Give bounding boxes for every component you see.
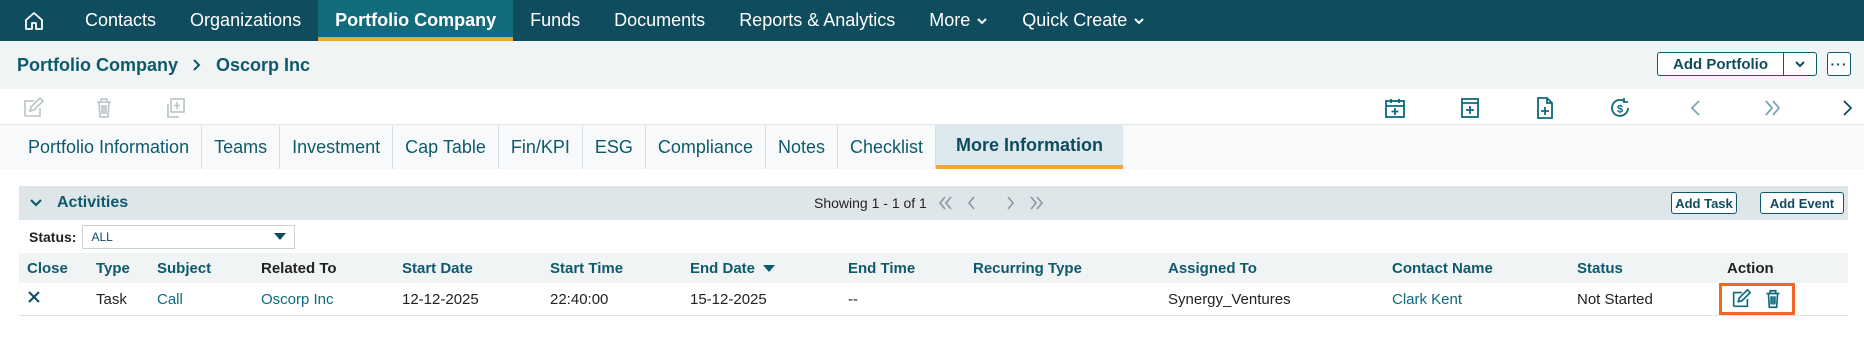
pager: Showing 1 - 1 of 1: [814, 186, 1045, 220]
first-page-icon[interactable]: [937, 195, 955, 211]
dollar-refresh-icon[interactable]: $: [1608, 96, 1632, 120]
next-page-icon[interactable]: [1005, 195, 1017, 211]
tab-checklist[interactable]: Checklist: [838, 125, 937, 169]
col-recurring-type[interactable]: Recurring Type: [965, 253, 1160, 283]
tab-esg[interactable]: ESG: [583, 125, 646, 169]
cell-start-time: 22:40:00: [542, 283, 682, 316]
note-add-icon[interactable]: [1458, 96, 1482, 120]
col-action: Action: [1719, 253, 1848, 283]
nav-contacts[interactable]: Contacts: [68, 0, 173, 41]
tab-investment[interactable]: Investment: [280, 125, 394, 169]
status-label: Status:: [29, 228, 77, 245]
activities-table: Close Type Subject Related To Start Date…: [19, 253, 1848, 316]
cell-type: Task: [88, 283, 149, 316]
record-toolbar: $: [0, 89, 1864, 125]
col-end-date[interactable]: End Date: [682, 253, 840, 283]
col-related-to: Related To: [253, 253, 394, 283]
col-status[interactable]: Status: [1569, 253, 1719, 283]
action-buttons: [1719, 283, 1795, 315]
table-header-row: Close Type Subject Related To Start Date…: [19, 253, 1848, 283]
home-icon: [25, 11, 43, 30]
cell-recurring-type: [965, 283, 1160, 316]
nav-quick-create[interactable]: Quick Create: [1005, 0, 1162, 41]
status-select-value: ALL: [91, 229, 113, 244]
cell-related-to-link[interactable]: Oscorp Inc: [253, 283, 394, 316]
prev-icon[interactable]: [1684, 96, 1708, 120]
col-close: Close: [19, 253, 88, 283]
calendar-add-icon[interactable]: [1383, 96, 1407, 120]
add-event-button[interactable]: Add Event: [1760, 192, 1844, 214]
tab-portfolio-information[interactable]: Portfolio Information: [16, 125, 203, 169]
chevron-right-icon: [193, 59, 201, 71]
double-next-icon[interactable]: [1760, 96, 1784, 120]
chevron-down-icon: [30, 199, 42, 207]
activities-title: Activities: [57, 194, 129, 211]
breadcrumb: Portfolio Company Oscorp Inc Add Portfol…: [0, 41, 1864, 89]
col-type[interactable]: Type: [88, 253, 149, 283]
nav-more[interactable]: More: [912, 0, 1005, 41]
activities-panel: Activities Showing 1 - 1 of 1 Add Task A…: [19, 186, 1848, 330]
record-tabs: Portfolio Information Teams Investment C…: [0, 125, 1864, 169]
col-subject[interactable]: Subject: [149, 253, 253, 283]
top-nav: Contacts Organizations Portfolio Company…: [0, 0, 1864, 41]
cell-end-date: 15-12-2025: [682, 283, 840, 316]
cell-status: Not Started: [1569, 283, 1719, 316]
more-options-button[interactable]: ···: [1827, 52, 1851, 76]
breadcrumb-parent[interactable]: Portfolio Company: [17, 55, 178, 76]
tab-more-information[interactable]: More Information: [936, 125, 1124, 169]
col-start-date[interactable]: Start Date: [394, 253, 542, 283]
trash-icon[interactable]: [92, 96, 116, 120]
tab-teams[interactable]: Teams: [202, 125, 281, 169]
nav-funds[interactable]: Funds: [513, 0, 597, 41]
add-portfolio-label[interactable]: Add Portfolio: [1658, 53, 1784, 75]
cell-end-time: --: [840, 283, 965, 316]
activities-toggle[interactable]: Activities: [29, 194, 128, 212]
col-assigned-to[interactable]: Assigned To: [1160, 253, 1384, 283]
nav-organizations[interactable]: Organizations: [173, 0, 318, 41]
document-add-icon[interactable]: [1533, 96, 1557, 120]
col-start-time[interactable]: Start Time: [542, 253, 682, 283]
edit-icon[interactable]: [21, 96, 45, 120]
caret-down-icon: [274, 232, 287, 240]
pager-text: Showing 1 - 1 of 1: [814, 195, 927, 211]
cell-assigned-to: Synergy_Ventures: [1160, 283, 1384, 316]
edit-icon[interactable]: [1730, 288, 1752, 310]
trash-icon[interactable]: [1762, 288, 1784, 310]
tab-compliance[interactable]: Compliance: [646, 125, 766, 169]
activities-header: Activities Showing 1 - 1 of 1 Add Task A…: [19, 186, 1848, 220]
svg-text:$: $: [1617, 104, 1623, 116]
add-portfolio-dropdown[interactable]: [1784, 53, 1816, 75]
add-portfolio-button[interactable]: Add Portfolio: [1657, 52, 1817, 76]
home-button[interactable]: [0, 0, 68, 41]
cell-contact-name-link[interactable]: Clark Kent: [1384, 283, 1569, 316]
last-page-icon[interactable]: [1027, 195, 1045, 211]
tab-fin-kpi[interactable]: Fin/KPI: [499, 125, 583, 169]
nav-portfolio-company[interactable]: Portfolio Company: [318, 0, 514, 41]
chevron-down-icon: [1134, 17, 1145, 24]
col-end-time[interactable]: End Time: [840, 253, 965, 283]
sort-desc-icon: [763, 264, 776, 272]
cell-start-date: 12-12-2025: [394, 283, 542, 316]
cell-action: [1719, 283, 1848, 316]
next-icon[interactable]: [1835, 96, 1859, 120]
status-filter: Status: ALL: [19, 220, 1848, 253]
status-select[interactable]: ALL: [82, 224, 296, 249]
chevron-down-icon: [1795, 61, 1805, 68]
add-task-button[interactable]: Add Task: [1671, 192, 1737, 214]
breadcrumb-current: Oscorp Inc: [216, 54, 311, 75]
nav-documents[interactable]: Documents: [597, 0, 722, 41]
close-icon: [28, 291, 40, 303]
chevron-down-icon: [977, 17, 987, 24]
tab-notes[interactable]: Notes: [766, 125, 838, 169]
prev-page-icon[interactable]: [965, 195, 977, 211]
close-activity-button[interactable]: [19, 283, 88, 316]
nav-reports-analytics[interactable]: Reports & Analytics: [722, 0, 912, 41]
tab-cap-table[interactable]: Cap Table: [393, 125, 499, 169]
table-row: Task Call Oscorp Inc 12-12-2025 22:40:00…: [19, 283, 1848, 316]
cell-subject-link[interactable]: Call: [149, 283, 253, 316]
col-contact-name[interactable]: Contact Name: [1384, 253, 1569, 283]
copy-icon[interactable]: [163, 96, 187, 120]
